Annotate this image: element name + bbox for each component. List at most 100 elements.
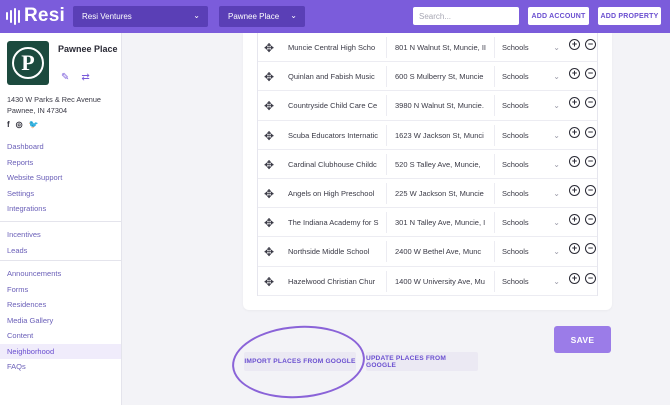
place-type-select[interactable]: Schools ⌄ (502, 242, 570, 261)
import-places-button[interactable]: IMPORT PLACES FROM GOOGLE (244, 352, 356, 371)
remove-row-icon[interactable]: − (585, 185, 596, 196)
remove-row-icon[interactable]: − (585, 272, 596, 284)
sidebar-item-content[interactable]: Content (0, 328, 121, 344)
remove-row-icon[interactable]: − (585, 155, 596, 167)
table-row: ✥ Muncie Central High Scho 801 N Walnut St… (258, 33, 597, 63)
divider (386, 241, 387, 263)
place-name-field[interactable]: Scuba Educators Internatic (288, 126, 380, 145)
place-type-select[interactable]: Schools ⌄ (502, 272, 570, 291)
add-row-icon[interactable]: + (569, 272, 580, 284)
place-name-field[interactable]: The Indiana Academy for S (288, 213, 380, 232)
chevron-down-icon: ⌄ (553, 43, 560, 52)
place-address-field[interactable]: 600 S Mulberry St, Muncie (395, 67, 487, 86)
address-line-2: Pawnee, IN 47304 (7, 106, 68, 115)
place-type-select[interactable]: Schools ⌄ (502, 38, 570, 57)
divider (494, 153, 495, 175)
place-name-field[interactable]: Northside Middle School (288, 242, 380, 261)
remove-row-icon[interactable]: − (585, 243, 596, 255)
sidebar-item-integrations[interactable]: Integrations (0, 201, 121, 217)
place-name-field[interactable]: Muncie Central High Scho (288, 38, 380, 57)
search-input[interactable] (413, 7, 519, 25)
drag-handle-icon[interactable]: ✥ (264, 70, 274, 84)
sidebar-item-incentives[interactable]: Incentives (0, 227, 121, 243)
place-name-field[interactable]: Countryside Child Care Ce (288, 96, 380, 115)
place-address-field[interactable]: 2400 W Bethel Ave, Munc (395, 242, 487, 261)
place-type-select[interactable]: Schools ⌄ (502, 213, 570, 232)
place-address-field[interactable]: 3980 N Walnut St, Muncie. (395, 96, 487, 115)
sidebar-item-leads[interactable]: Leads (0, 243, 121, 259)
place-name-field[interactable]: Quinlan and Fabish Music (288, 67, 380, 86)
drag-handle-icon[interactable]: ✥ (264, 41, 274, 55)
add-row-icon[interactable]: + (569, 214, 580, 226)
place-address-field[interactable]: 801 N Walnut St, Muncie, II (395, 38, 487, 57)
remove-row-icon[interactable]: − (585, 39, 596, 50)
place-type-value: Schools (502, 130, 529, 140)
divider (386, 95, 387, 117)
place-name-field[interactable]: Cardinal Clubhouse Childc (288, 155, 380, 174)
chevron-down-icon: ⌄ (553, 276, 560, 286)
drag-handle-icon[interactable]: ✥ (264, 275, 274, 289)
drag-handle-icon[interactable]: ✥ (264, 245, 274, 259)
place-address-field[interactable]: 520 S Talley Ave, Muncie, (395, 155, 487, 174)
sidebar-item-neighborhood[interactable]: Neighborhood (0, 343, 121, 359)
add-row-icon[interactable]: + (569, 97, 580, 109)
drag-handle-icon[interactable]: ✥ (264, 216, 274, 230)
facebook-icon[interactable]: f (7, 120, 10, 129)
place-address-field[interactable]: 301 N Talley Ave, Muncie, I (395, 213, 487, 232)
drag-handle-icon[interactable]: ✥ (264, 187, 274, 201)
sidebar-item-website-support[interactable]: Website Support (0, 170, 121, 186)
remove-row-icon[interactable]: − (585, 214, 596, 226)
save-button[interactable]: SAVE (554, 326, 611, 353)
switch-icon[interactable]: ⇄ (81, 72, 89, 83)
twitter-icon[interactable]: 🐦 (29, 120, 39, 129)
place-type-select[interactable]: Schools ⌄ (502, 155, 570, 174)
drag-handle-icon[interactable]: ✥ (264, 129, 274, 143)
property-select[interactable]: Pawnee Place ⌄ (219, 6, 305, 27)
sidebar-item-residences[interactable]: Residences (0, 297, 121, 313)
drag-handle-icon[interactable]: ✥ (264, 99, 274, 113)
remove-row-icon[interactable]: − (585, 97, 596, 109)
place-type-select[interactable]: Schools ⌄ (502, 96, 570, 115)
add-row-icon[interactable]: + (569, 155, 580, 167)
sidebar-item-faqs[interactable]: FAQs (0, 359, 121, 375)
drag-handle-icon[interactable]: ✥ (264, 158, 274, 172)
sidebar-item-settings[interactable]: Settings (0, 186, 121, 202)
property-address: 1430 W Parks & Rec Avenue Pawnee, IN 473… (7, 94, 101, 116)
place-type-select[interactable]: Schools ⌄ (502, 67, 570, 86)
sidebar-item-reports[interactable]: Reports (0, 155, 121, 171)
account-select[interactable]: Resi Ventures ⌄ (73, 6, 208, 27)
chevron-down-icon: ⌄ (553, 247, 560, 257)
divider (386, 212, 387, 234)
place-type-select[interactable]: Schools ⌄ (502, 126, 570, 145)
add-row-icon[interactable]: + (569, 68, 580, 80)
add-property-button[interactable]: ADD PROPERTY (598, 7, 661, 25)
resi-logo[interactable]: Resi (6, 5, 65, 27)
place-type-value: Schools (502, 72, 529, 82)
sidebar-item-dashboard[interactable]: Dashboard (0, 139, 121, 155)
places-card: ✥ Muncie Central High Scho 801 N Walnut St… (243, 33, 612, 310)
sidebar-item-announcements[interactable]: Announcements (0, 266, 121, 282)
divider (386, 183, 387, 204)
place-address-field[interactable]: 1400 W University Ave, Mu (395, 272, 487, 291)
instagram-icon[interactable]: ◎ (16, 120, 23, 129)
place-name-field[interactable]: Angels on High Preschool (288, 184, 380, 203)
place-address-field[interactable]: 1623 W Jackson St, Munci (395, 126, 487, 145)
update-places-button[interactable]: UPDATE PLACES FROM GOOGLE (366, 352, 478, 371)
table-row: ✥ The Indiana Academy for S 301 N Talley A… (258, 208, 597, 238)
remove-row-icon[interactable]: − (585, 68, 596, 80)
remove-row-icon[interactable]: − (585, 126, 596, 138)
add-account-button[interactable]: ADD ACCOUNT (528, 7, 589, 25)
edit-icon[interactable]: ✎ (61, 72, 69, 83)
add-row-icon[interactable]: + (569, 185, 580, 196)
table-row: ✥ Angels on High Preschool 225 W Jackson S… (258, 179, 597, 209)
add-row-icon[interactable]: + (569, 126, 580, 138)
place-address-field[interactable]: 225 W Jackson St, Muncie (395, 184, 487, 203)
divider (386, 66, 387, 88)
sidebar-item-forms[interactable]: Forms (0, 282, 121, 298)
place-type-select[interactable]: Schools ⌄ (502, 184, 570, 203)
table-row: ✥ Countryside Child Care Ce 3980 N Walnut … (258, 91, 597, 121)
add-row-icon[interactable]: + (569, 39, 580, 50)
sidebar-item-media-gallery[interactable]: Media Gallery (0, 313, 121, 329)
add-row-icon[interactable]: + (569, 243, 580, 255)
place-name-field[interactable]: Hazelwood Christian Chur (288, 272, 380, 291)
